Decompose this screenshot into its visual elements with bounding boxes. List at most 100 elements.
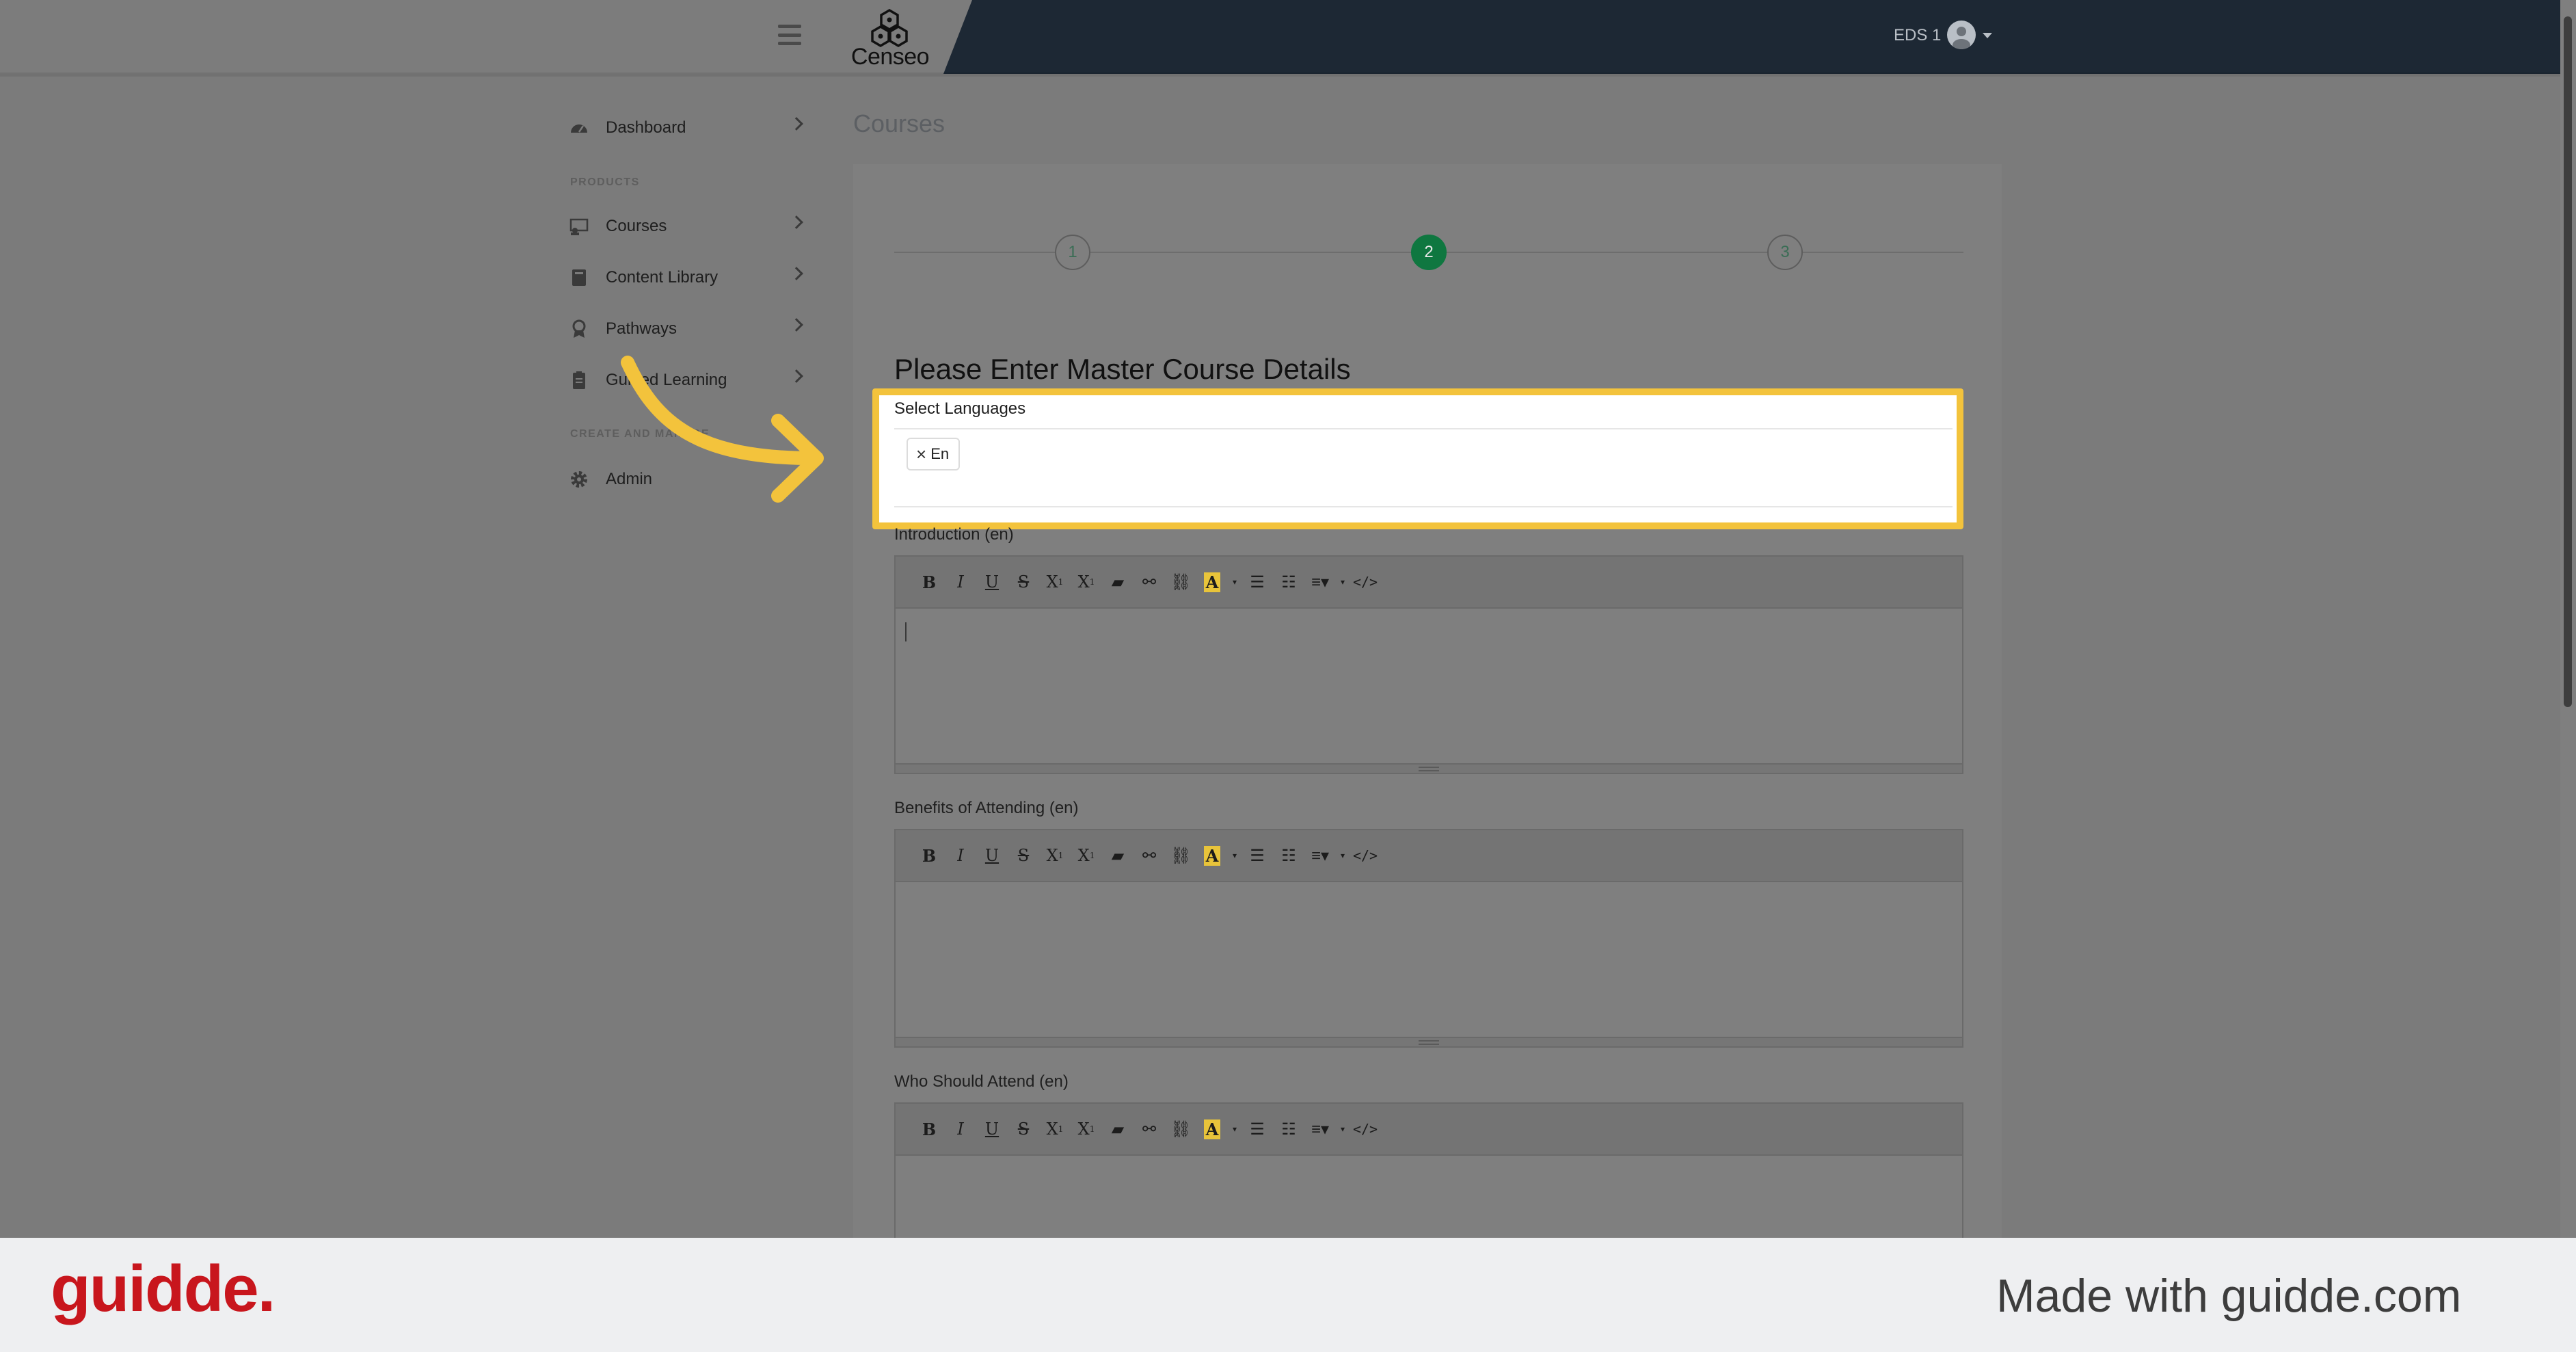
sidebar-item-dashboard[interactable]: Dashboard: [569, 111, 803, 145]
made-with-guidde-text: Made with guidde.com: [1996, 1270, 2462, 1322]
subscript-icon[interactable]: X1: [1071, 1115, 1102, 1143]
sidebar-item-courses[interactable]: Courses: [569, 209, 803, 243]
highlight-icon[interactable]: A: [1196, 1115, 1228, 1143]
step-1[interactable]: 1: [1055, 235, 1090, 270]
link-icon[interactable]: ⚯: [1133, 1115, 1165, 1143]
underline-icon[interactable]: U: [976, 1115, 1008, 1143]
sidebar-item-pathways[interactable]: Pathways: [569, 312, 803, 346]
benefits-of-attending-label: Benefits of Attending (en): [894, 799, 1079, 817]
unlink-icon[interactable]: ⛓: [1165, 842, 1196, 869]
strikethrough-icon[interactable]: S: [1008, 842, 1039, 869]
numbered-list-icon[interactable]: ☷: [1273, 1115, 1304, 1143]
subscript-icon[interactable]: X1: [1071, 842, 1102, 869]
user-avatar-icon[interactable]: [1947, 21, 1976, 49]
bold-icon[interactable]: B: [913, 1115, 945, 1143]
book-icon: [569, 267, 589, 288]
guide-arrow-icon: [621, 356, 824, 503]
language-select-highlight: [872, 388, 1963, 529]
form-heading: Please Enter Master Course Details: [894, 353, 1351, 385]
unlink-icon[interactable]: ⛓: [1165, 568, 1196, 596]
step-3[interactable]: 3: [1767, 235, 1803, 270]
remove-tag-close-icon[interactable]: ×: [916, 444, 926, 465]
link-icon[interactable]: ⚯: [1133, 842, 1165, 869]
bold-icon[interactable]: B: [913, 568, 945, 596]
scrollbar-thumb[interactable]: [2564, 16, 2572, 707]
superscript-icon[interactable]: X1: [1039, 568, 1071, 596]
italic-icon[interactable]: I: [945, 568, 976, 596]
align-icon[interactable]: ≡▾: [1304, 842, 1336, 869]
introduction-editor[interactable]: B I U S X1 X1 ▰ ⚯ ⛓ A ▾ ☰ ☷ ≡▾ ▾ </>: [894, 555, 1963, 774]
code-view-icon[interactable]: </>: [1350, 568, 1381, 596]
code-view-icon[interactable]: </>: [1350, 842, 1381, 869]
logo-text: Censeo: [850, 44, 930, 70]
bullet-list-icon[interactable]: ☰: [1242, 842, 1273, 869]
italic-icon[interactable]: I: [945, 842, 976, 869]
underline-icon[interactable]: U: [976, 842, 1008, 869]
highlight-dropdown-chevron-icon[interactable]: ▾: [1228, 842, 1242, 869]
align-dropdown-chevron-icon[interactable]: ▾: [1336, 842, 1350, 869]
clipboard-icon: [569, 370, 589, 390]
superscript-icon[interactable]: X1: [1039, 1115, 1071, 1143]
language-tag-en[interactable]: × En: [907, 438, 961, 470]
numbered-list-icon[interactable]: ☷: [1273, 568, 1304, 596]
sidebar-item-label: Courses: [606, 217, 667, 235]
user-name[interactable]: EDS 1: [1894, 26, 1941, 45]
bold-icon[interactable]: B: [913, 842, 945, 869]
user-menu-chevron-down-icon[interactable]: [1983, 33, 1992, 38]
chevron-right-icon: [790, 215, 803, 229]
bullet-list-icon[interactable]: ☰: [1242, 1115, 1273, 1143]
align-dropdown-chevron-icon[interactable]: ▾: [1336, 568, 1350, 596]
highlight-dropdown-chevron-icon[interactable]: ▾: [1228, 1115, 1242, 1143]
eraser-icon[interactable]: ▰: [1102, 1115, 1133, 1143]
sidebar-item-label: Dashboard: [606, 118, 686, 137]
chevron-right-icon: [790, 318, 803, 332]
introduction-label: Introduction (en): [894, 525, 1014, 544]
strikethrough-icon[interactable]: S: [1008, 1115, 1039, 1143]
highlight-dropdown-chevron-icon[interactable]: ▾: [1228, 568, 1242, 596]
text-cursor: [905, 622, 907, 641]
subscript-icon[interactable]: X1: [1071, 568, 1102, 596]
gear-icon: [569, 469, 589, 490]
benefits-of-attending-editor[interactable]: B I U S X1 X1 ▰ ⚯ ⛓ A ▾ ☰ ☷ ≡▾ ▾ </>: [894, 829, 1963, 1048]
editor-toolbar: B I U S X1 X1 ▰ ⚯ ⛓ A ▾ ☰ ☷ ≡▾ ▾ </>: [896, 557, 1962, 609]
chevron-right-icon: [790, 117, 803, 131]
eraser-icon[interactable]: ▰: [1102, 568, 1133, 596]
courses-icon: [569, 216, 589, 237]
sidebar-item-content-library[interactable]: Content Library: [569, 261, 803, 295]
numbered-list-icon[interactable]: ☷: [1273, 842, 1304, 869]
highlight-icon[interactable]: A: [1196, 842, 1228, 869]
language-select-top-border: [894, 428, 1953, 429]
guidde-logo: guidde.: [51, 1252, 276, 1325]
award-icon: [569, 319, 589, 339]
sidebar-item-label: Pathways: [606, 319, 677, 338]
editor-toolbar: B I U S X1 X1 ▰ ⚯ ⛓ A ▾ ☰ ☷ ≡▾ ▾ </>: [896, 1104, 1962, 1156]
align-dropdown-chevron-icon[interactable]: ▾: [1336, 1115, 1350, 1143]
strikethrough-icon[interactable]: S: [1008, 568, 1039, 596]
step-2-active[interactable]: 2: [1411, 235, 1447, 270]
underline-icon[interactable]: U: [976, 568, 1008, 596]
code-view-icon[interactable]: </>: [1350, 1115, 1381, 1143]
align-icon[interactable]: ≡▾: [1304, 1115, 1336, 1143]
who-should-attend-label: Who Should Attend (en): [894, 1072, 1069, 1091]
sidebar-item-label: Content Library: [606, 268, 719, 287]
page-title: Courses: [853, 109, 945, 137]
select-languages-label: Select Languages: [894, 399, 1026, 418]
top-bar-dark-section: [943, 0, 2560, 74]
highlight-icon[interactable]: A: [1196, 568, 1228, 596]
superscript-icon[interactable]: X1: [1039, 842, 1071, 869]
editor-resize-handle[interactable]: [896, 763, 1962, 773]
align-icon[interactable]: ≡▾: [1304, 568, 1336, 596]
link-icon[interactable]: ⚯: [1133, 568, 1165, 596]
sidebar-section-products: PRODUCTS: [570, 176, 640, 188]
editor-resize-handle[interactable]: [896, 1037, 1962, 1046]
eraser-icon[interactable]: ▰: [1102, 842, 1133, 869]
gauge-icon: [569, 118, 589, 138]
bullet-list-icon[interactable]: ☰: [1242, 568, 1273, 596]
editor-toolbar: B I U S X1 X1 ▰ ⚯ ⛓ A ▾ ☰ ☷ ≡▾ ▾ </>: [896, 830, 1962, 882]
language-tag-label: En: [930, 445, 950, 462]
language-select-bottom-border: [894, 506, 1953, 507]
top-bar-shadow: [0, 72, 2560, 77]
unlink-icon[interactable]: ⛓: [1165, 1115, 1196, 1143]
italic-icon[interactable]: I: [945, 1115, 976, 1143]
hamburger-menu-icon[interactable]: [778, 25, 801, 45]
